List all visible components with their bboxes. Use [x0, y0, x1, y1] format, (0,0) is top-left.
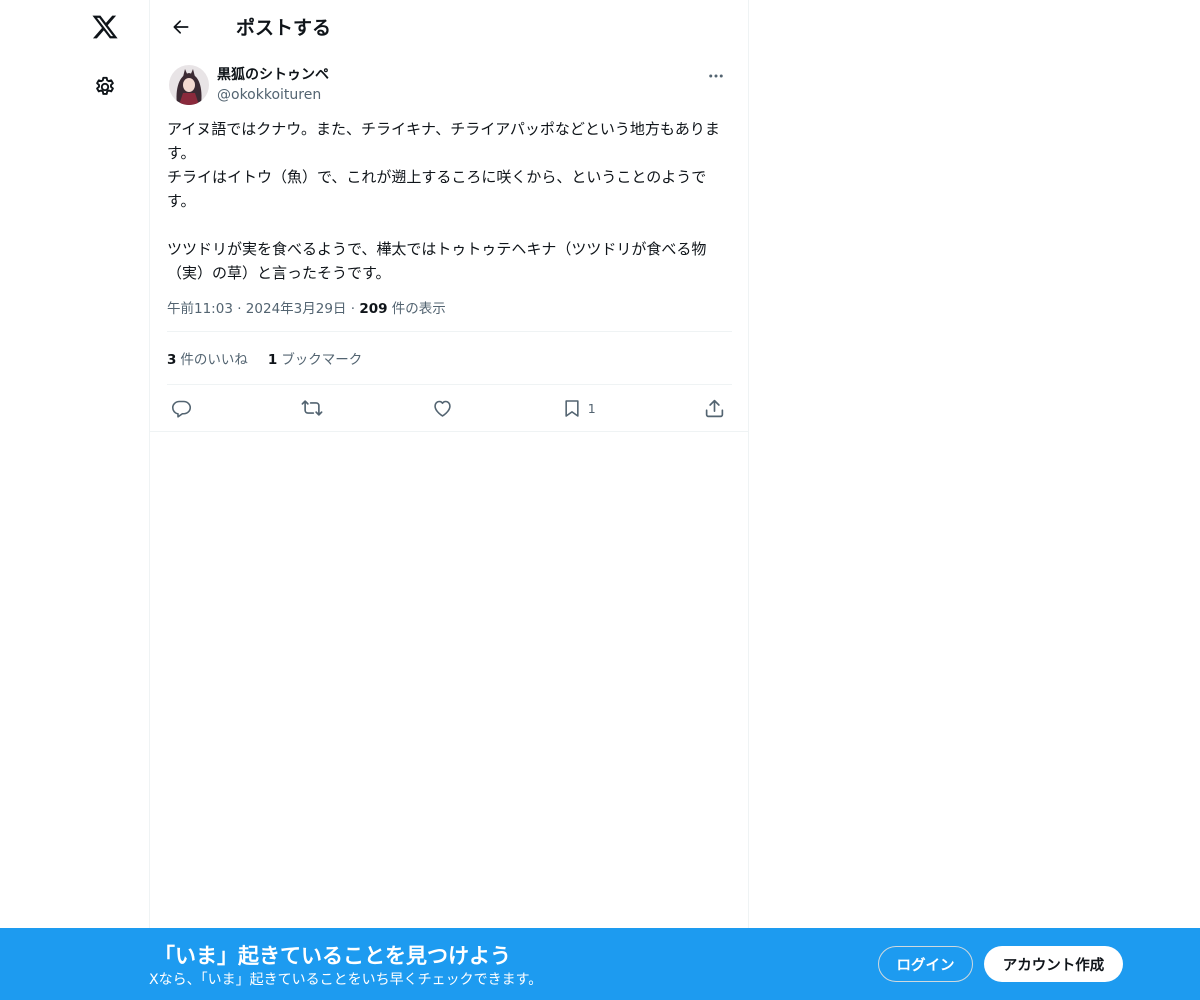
arrow-left-icon[interactable] — [164, 10, 198, 44]
post-date[interactable]: 2024年3月29日 — [246, 301, 347, 317]
like-button[interactable] — [432, 398, 454, 419]
author-row: 黒狐のシトゥンペ @okokkoituren — [167, 53, 732, 109]
share-button[interactable] — [704, 398, 726, 419]
likes-label: 件のいいね — [180, 352, 248, 368]
main-column: ポストする 黒狐のシトゥンペ @okokkoituren アイヌ語ではクナウ。ま… — [149, 0, 749, 1000]
display-name[interactable]: 黒狐のシトゥンペ — [217, 65, 329, 85]
more-options-icon[interactable] — [700, 63, 732, 89]
separator: · — [237, 301, 242, 317]
post-time[interactable]: 午前11:03 — [167, 301, 233, 317]
login-button[interactable]: ログイン — [878, 946, 973, 982]
likes-count: 3 — [167, 352, 177, 368]
post-meta: 午前11:03 · 2024年3月29日 · 209 件の表示 — [167, 299, 732, 332]
signup-banner: 「いま」起きていることを見つけよう Xなら、「いま」起きていることをいち早くチェ… — [0, 928, 1200, 1000]
heart-icon — [433, 400, 451, 417]
bookmark-button[interactable]: 1 — [562, 398, 596, 419]
reply-icon — [171, 400, 192, 418]
gear-icon[interactable] — [86, 68, 124, 106]
user-handle[interactable]: @okokkoituren — [217, 85, 329, 105]
share-icon — [705, 399, 724, 417]
signup-button[interactable]: アカウント作成 — [984, 946, 1123, 982]
page-title: ポストする — [236, 17, 332, 39]
bookmarks-label: ブックマーク — [281, 352, 363, 368]
reply-button[interactable] — [171, 398, 193, 419]
engagement-stats: 3 件のいいね 1 ブックマーク — [167, 332, 732, 385]
x-logo-icon[interactable] — [86, 8, 124, 46]
action-bar: 1 — [150, 385, 748, 432]
author-names: 黒狐のシトゥンペ @okokkoituren — [217, 65, 329, 109]
bookmark-icon — [565, 399, 579, 417]
repost-icon — [301, 400, 323, 416]
banner-title: 「いま」起きていることを見つけよう — [154, 944, 511, 968]
left-nav — [0, 0, 150, 1000]
repost-button[interactable] — [301, 397, 323, 419]
post-text: アイヌ語ではクナウ。また、チライキナ、チライアパッポなどという地方もあります。 … — [167, 120, 720, 282]
avatar[interactable] — [169, 65, 209, 105]
views-label: 件の表示 — [391, 301, 446, 317]
post: 黒狐のシトゥンペ @okokkoituren アイヌ語ではクナウ。また、チライキ… — [150, 53, 748, 432]
page-header: ポストする — [150, 0, 748, 53]
likes-stat[interactable]: 3 件のいいね — [167, 348, 248, 368]
views-count: 209 — [359, 301, 388, 317]
bookmark-count: 1 — [587, 400, 596, 416]
banner-subtitle: Xなら、「いま」起きていることをいち早くチェックできます。 — [149, 972, 543, 988]
separator: · — [350, 301, 356, 317]
bookmarks-count: 1 — [267, 352, 278, 368]
bookmarks-stat[interactable]: 1 ブックマーク — [268, 348, 362, 368]
